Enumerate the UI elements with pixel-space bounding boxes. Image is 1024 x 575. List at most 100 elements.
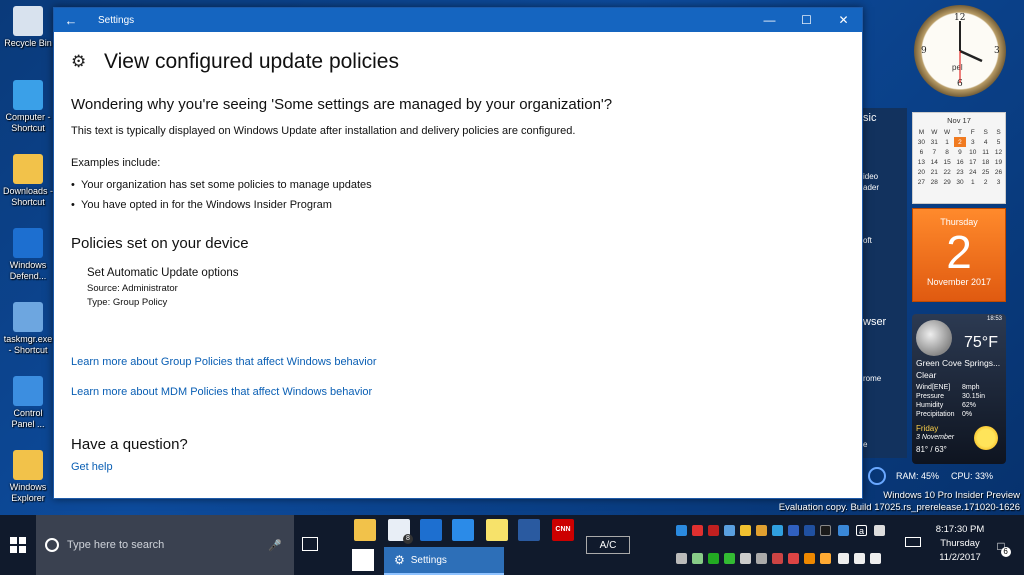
system-monitor-gadget[interactable]: RAM: 45% CPU: 33% <box>868 466 1024 486</box>
calendar-day[interactable]: 17 <box>966 157 979 167</box>
calendar-day[interactable]: 19 <box>992 157 1005 167</box>
file-explorer-icon[interactable] <box>354 519 376 541</box>
tray-icon[interactable] <box>804 525 815 536</box>
tray-icon[interactable] <box>772 525 783 536</box>
tray-icon[interactable] <box>724 553 735 564</box>
calendar-day[interactable]: 3 <box>966 137 979 147</box>
taskbar-search-box[interactable]: Type here to search 🎤 <box>36 515 294 575</box>
calendar-day[interactable]: 3 <box>992 177 1005 187</box>
tray-icon[interactable] <box>804 553 815 564</box>
back-arrow-icon[interactable]: ← <box>54 8 88 32</box>
tray-icon[interactable] <box>740 525 751 536</box>
weather-gadget[interactable]: 18:53 75°F Green Cove Springs... Clear W… <box>912 314 1006 464</box>
tray-icon[interactable] <box>838 525 849 536</box>
window-titlebar[interactable]: ← Settings — ☐ ✕ <box>54 8 862 32</box>
desktop-icon-windows-explorer[interactable]: Windows Explorer <box>2 450 54 504</box>
close-icon[interactable]: ✕ <box>825 8 862 32</box>
tray-icon[interactable] <box>874 525 885 536</box>
calendar-day[interactable]: 7 <box>928 147 941 157</box>
desktop-icon-label: Windows Defend... <box>9 260 47 281</box>
tray-icon[interactable] <box>692 525 703 536</box>
calendar-day-today[interactable]: 2 <box>953 137 967 147</box>
battery-icon[interactable] <box>854 553 865 564</box>
mdm-policies-link[interactable]: Learn more about MDM Policies that affec… <box>71 386 862 398</box>
action-center-button[interactable]: □ 6 <box>990 535 1012 557</box>
tray-icon[interactable] <box>676 553 687 564</box>
calendar-day[interactable]: 31 <box>928 137 941 147</box>
tray-icon[interactable] <box>724 525 735 536</box>
tray-icon[interactable] <box>692 553 703 564</box>
calendar-day[interactable]: 4 <box>979 137 992 147</box>
calendar-day[interactable]: 18 <box>979 157 992 167</box>
start-button[interactable] <box>0 515 36 575</box>
task-view-icon[interactable] <box>302 537 318 551</box>
calendar-day[interactable]: 5 <box>992 137 1005 147</box>
maximize-icon[interactable]: ☐ <box>788 8 825 32</box>
calendar-day[interactable]: 30 <box>915 137 928 147</box>
desktop-icon-control-panel[interactable]: Control Panel ... <box>2 376 54 430</box>
tray-icon[interactable] <box>708 525 719 536</box>
calendar-day[interactable]: 20 <box>915 167 928 177</box>
tray-icon[interactable] <box>788 525 799 536</box>
desktop-icon-computer[interactable]: Computer - Shortcut <box>2 80 54 134</box>
calendar-day[interactable]: 10 <box>966 147 979 157</box>
media-player-icon[interactable] <box>352 549 374 571</box>
calendar-day[interactable]: 1 <box>966 177 979 187</box>
calendar-day[interactable]: 30 <box>954 177 967 187</box>
tray-icon[interactable] <box>708 553 719 564</box>
calendar-day[interactable]: 14 <box>928 157 941 167</box>
get-help-link[interactable]: Get help <box>71 461 862 473</box>
calendar-day[interactable]: 26 <box>992 167 1005 177</box>
calendar-day[interactable]: 28 <box>928 177 941 187</box>
desktop-icon-recycle-bin[interactable]: Recycle Bin <box>2 6 54 49</box>
calendar-day[interactable]: 29 <box>941 177 954 187</box>
analog-clock-gadget[interactable]: 12 3 6 9 pel <box>914 5 1006 97</box>
store-icon[interactable] <box>420 519 442 541</box>
cnn-icon[interactable]: CNN <box>552 519 574 541</box>
calendar-day[interactable]: 23 <box>954 167 967 177</box>
minimize-icon[interactable]: — <box>751 8 788 32</box>
power-ac-indicator[interactable]: A/C <box>586 536 630 554</box>
mail-icon[interactable]: 8 <box>388 519 413 544</box>
microphone-icon[interactable]: 🎤 <box>268 539 282 552</box>
keyboard-icon[interactable] <box>905 537 921 547</box>
calendar-day[interactable]: 8 <box>941 147 954 157</box>
ime-icon[interactable]: a <box>856 525 867 536</box>
date-gadget[interactable]: Thursday 2 November 2017 <box>912 208 1006 302</box>
background-app-panel: sic ideo ader oft wser rome e <box>863 108 907 458</box>
calendar-day[interactable]: 6 <box>915 147 928 157</box>
calendar-day[interactable]: 16 <box>954 157 967 167</box>
calendar-day[interactable]: 22 <box>941 167 954 177</box>
calendar-day[interactable]: 27 <box>915 177 928 187</box>
volume-icon[interactable] <box>870 553 881 564</box>
calendar-day[interactable]: 11 <box>979 147 992 157</box>
desktop-icon-taskmgr[interactable]: taskmgr.exe - Shortcut <box>2 302 54 356</box>
tray-icon[interactable] <box>676 525 687 536</box>
tray-icon[interactable] <box>740 553 751 564</box>
edge-icon[interactable] <box>452 519 474 541</box>
calendar-day[interactable]: 2 <box>979 177 992 187</box>
tray-icon[interactable] <box>772 553 783 564</box>
calendar-day[interactable]: 9 <box>954 147 967 157</box>
taskbar-settings-app[interactable]: ⚙ Settings <box>384 547 504 575</box>
calendar-day[interactable]: 24 <box>966 167 979 177</box>
calendar-gadget[interactable]: Nov 17 M W W T F S S 30 31 1 2 3 4 5 6 7… <box>912 112 1006 204</box>
calendar-day[interactable]: 1 <box>941 137 954 147</box>
calendar-day[interactable]: 21 <box>928 167 941 177</box>
tray-icon[interactable] <box>756 525 767 536</box>
tray-icon[interactable] <box>756 553 767 564</box>
group-policies-link[interactable]: Learn more about Group Policies that aff… <box>71 356 862 368</box>
wifi-icon[interactable] <box>838 553 849 564</box>
tray-icon[interactable] <box>788 553 799 564</box>
calendar-day[interactable]: 12 <box>992 147 1005 157</box>
desktop-icon-windows-defender[interactable]: Windows Defend... <box>2 228 54 282</box>
powershell-icon[interactable] <box>518 519 540 541</box>
taskbar-clock[interactable]: 8:17:30 PM Thursday 11/2/2017 <box>930 523 990 565</box>
tray-icon[interactable] <box>820 553 831 564</box>
tray-icon[interactable] <box>820 525 831 536</box>
calendar-day[interactable]: 13 <box>915 157 928 167</box>
desktop-icon-downloads[interactable]: Downloads - Shortcut <box>2 154 54 208</box>
calendar-day[interactable]: 25 <box>979 167 992 177</box>
calendar-day[interactable]: 15 <box>941 157 954 167</box>
sticky-notes-icon[interactable] <box>486 519 508 541</box>
